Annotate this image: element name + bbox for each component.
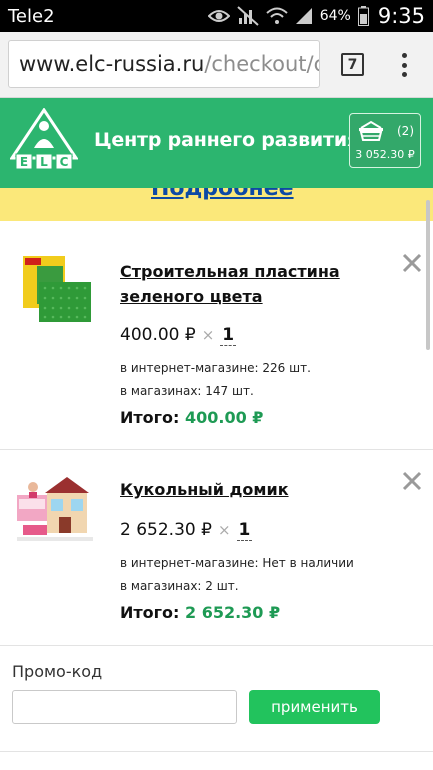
item-total: Итого: 2 652.30 ₽ — [120, 603, 280, 622]
item-total-value: 400.00 ₽ — [184, 408, 264, 427]
close-icon[interactable] — [401, 252, 423, 274]
item-name-link[interactable]: Кукольный домик — [120, 477, 360, 502]
times-sign: × — [217, 521, 231, 539]
basket-icon — [359, 120, 383, 141]
quantity-field[interactable]: 1 — [220, 325, 237, 346]
item-total-label: Итого: — [120, 603, 180, 622]
times-sign: × — [201, 326, 215, 344]
wifi-icon — [266, 7, 288, 24]
item-total-value: 2 652.30 ₽ — [184, 603, 281, 622]
promo-code-label: Промо-код — [12, 662, 103, 681]
divider — [0, 751, 433, 752]
browser-toolbar: www.elc-russia.ru/checkout/cart/ 7 — [0, 32, 433, 98]
cart-item: Строительная пластина зеленого цвета 400… — [0, 222, 433, 450]
item-price: 400.00 ₽ — [120, 325, 196, 345]
browser-menu-icon[interactable] — [396, 51, 412, 79]
battery-icon — [357, 6, 369, 26]
item-total: Итого: 400.00 ₽ — [120, 408, 263, 427]
cart-item-count: (2) — [397, 124, 414, 138]
stock-stores: в магазинах: 2 шт. — [120, 579, 239, 593]
eye-icon — [207, 10, 230, 22]
cell-signal-icon — [295, 8, 312, 24]
elc-logo-icon[interactable]: E L C — [10, 108, 78, 170]
cart-total: 3 052.30 ₽ — [355, 148, 415, 161]
item-name-link[interactable]: Строительная пластина зеленого цвета — [120, 259, 360, 309]
status-icons: 64% 9:35 — [207, 4, 425, 28]
stock-online: в интернет-магазине: Нет в наличии — [120, 556, 354, 570]
logo-letter-l: L — [40, 155, 48, 169]
tabs-button[interactable]: 7 — [341, 53, 364, 76]
address-bar[interactable]: www.elc-russia.ru/checkout/cart/ — [8, 40, 320, 88]
header-cart-button[interactable]: (2) 3 052.30 ₽ — [349, 113, 421, 168]
item-price-row: 2 652.30 ₽ × 1 — [120, 520, 253, 541]
banner-more-link[interactable]: Подробнее — [151, 188, 294, 201]
battery-percent: 64% — [319, 8, 351, 24]
no-signal-bars-icon — [237, 6, 259, 26]
product-image-baseplate[interactable] — [15, 250, 95, 330]
apply-promo-button[interactable]: применить — [249, 690, 380, 724]
site-title: Центр раннего развития — [94, 129, 359, 151]
cart-item: Кукольный домик 2 652.30 ₽ × 1 в интерне… — [0, 451, 433, 646]
logo-letter-e: E — [20, 155, 28, 169]
promo-banner: Подробнее — [0, 188, 433, 221]
logo-letter-c: C — [60, 155, 69, 169]
product-image-dollhouse[interactable] — [15, 473, 95, 553]
item-total-label: Итого: — [120, 408, 180, 427]
stock-stores: в магазинах: 147 шт. — [120, 384, 254, 398]
item-price-row: 400.00 ₽ × 1 — [120, 325, 237, 346]
carrier-name: Tele2 — [8, 5, 55, 27]
promo-code-input[interactable] — [12, 690, 237, 724]
stock-online: в интернет-магазине: 226 шт. — [120, 361, 311, 375]
clock: 9:35 — [377, 4, 425, 28]
url-domain: www.elc-russia.ru — [19, 52, 205, 76]
url-path: /checkout/cart/ — [204, 52, 319, 76]
close-icon[interactable] — [401, 470, 423, 492]
item-price: 2 652.30 ₽ — [120, 520, 212, 540]
quantity-field[interactable]: 1 — [236, 520, 253, 541]
status-bar: Tele2 64% 9:35 — [0, 0, 433, 32]
